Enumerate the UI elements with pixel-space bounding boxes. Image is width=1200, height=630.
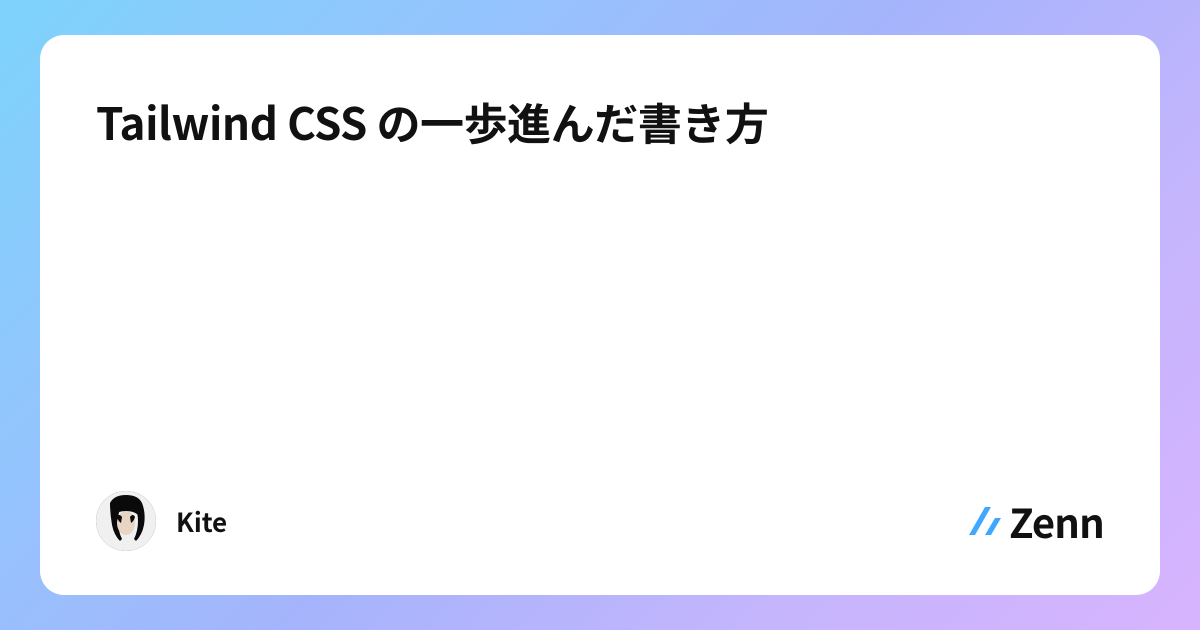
author-section: Kite	[96, 491, 227, 551]
article-card: Tailwind CSS の一歩進んだ書き方 Kite Zenn	[40, 35, 1160, 595]
article-title: Tailwind CSS の一歩進んだ書き方	[96, 91, 1104, 153]
platform-name: Zenn	[1009, 492, 1104, 550]
platform-logo: Zenn	[967, 492, 1104, 550]
author-name: Kite	[176, 503, 227, 540]
card-footer: Kite Zenn	[96, 491, 1104, 551]
author-avatar	[96, 491, 156, 551]
zenn-icon	[967, 503, 1003, 539]
